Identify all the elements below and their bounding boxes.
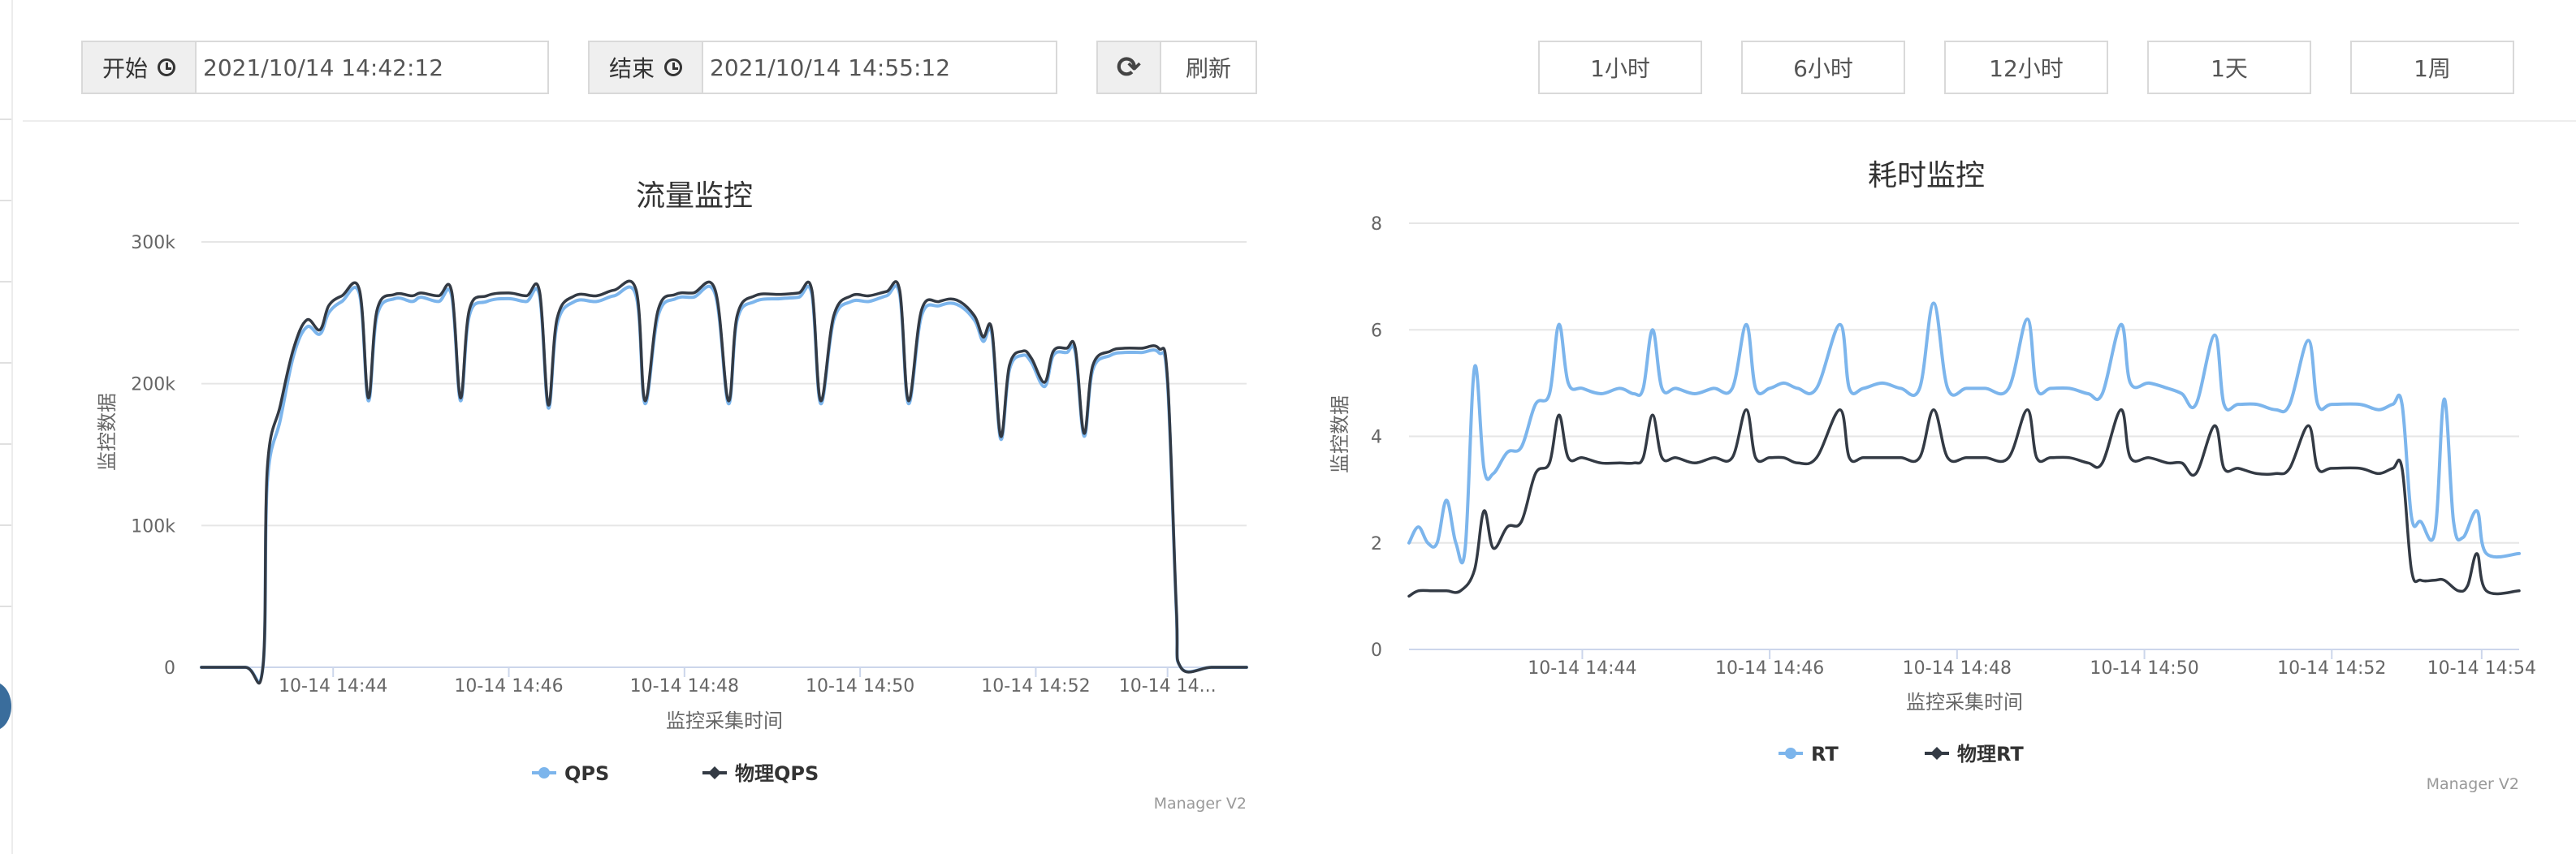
legend-marker-diamond — [1930, 747, 1943, 760]
legend: RT 物理RT — [1779, 743, 2024, 766]
y-axis-ticks: 0 2 4 6 8 — [1371, 214, 1382, 661]
legend-marker-circle — [538, 767, 550, 779]
legend-marker-circle — [1785, 748, 1796, 759]
series-line-physical — [1407, 408, 2521, 598]
y-tick-label: 200k — [131, 375, 175, 395]
legend-item[interactable]: 物理QPS — [702, 762, 819, 785]
series-group — [1407, 301, 2521, 598]
series-line-physical — [200, 279, 1248, 685]
chart-credit: Manager V2 — [1154, 795, 1247, 813]
legend-item[interactable]: QPS — [532, 762, 609, 785]
chart-title: 流量监控 — [636, 179, 753, 213]
x-tick-label: 10-14 14:52 — [2277, 658, 2386, 679]
y-tick-label: 2 — [1371, 534, 1382, 554]
x-tick-label: 10-14 14:48 — [630, 676, 739, 697]
y-tick-label: 100k — [131, 516, 175, 537]
x-tick-label: 10-14 14:50 — [2090, 658, 2198, 679]
x-tick-label: 10-14 14... — [1119, 676, 1217, 697]
legend-label: QPS — [564, 762, 609, 785]
y-tick-label: 0 — [164, 658, 175, 679]
y-axis-label: 监控数据 — [96, 393, 119, 471]
legend-item[interactable]: 物理RT — [1925, 743, 2024, 766]
y-tick-label: 4 — [1371, 428, 1382, 448]
series-line-primary — [1407, 301, 2521, 565]
x-tick-label: 10-14 14:50 — [806, 676, 914, 697]
x-tick-label: 10-14 14:48 — [1903, 658, 2012, 679]
y-tick-label: 300k — [131, 233, 175, 253]
chart-credit: Manager V2 — [2427, 775, 2519, 793]
x-tick-label: 10-14 14:52 — [981, 676, 1090, 697]
series-line-primary — [200, 284, 1248, 684]
legend-label: RT — [1811, 743, 1839, 766]
legend: QPS 物理QPS — [532, 762, 819, 785]
x-axis-ticks: 10-14 14:44 10-14 14:46 10-14 14:48 10-14 1… — [279, 667, 1217, 697]
traffic-chart: 流量监控 0100k200k300k 10-14 14:44 10-14 14:4… — [96, 179, 1248, 813]
y-axis-label: 监控数据 — [1329, 395, 1351, 473]
y-tick-label: 6 — [1371, 321, 1382, 341]
series-group — [200, 279, 1248, 685]
x-tick-label: 10-14 14:46 — [454, 676, 563, 697]
chart-title: 耗时监控 — [1868, 159, 1985, 192]
x-axis-label: 监控采集时间 — [666, 710, 783, 732]
x-tick-label: 10-14 14:54 — [2427, 658, 2536, 679]
x-tick-label: 10-14 14:44 — [1528, 658, 1636, 679]
y-tick-label: 8 — [1371, 214, 1382, 235]
latency-chart: 耗时监控 02468 10-14 14:44 10-14 14:46 10-14 1… — [1329, 159, 2536, 793]
y-axis-ticks: 0 100k 200k 300k — [131, 233, 175, 679]
x-tick-label: 10-14 14:44 — [279, 676, 387, 697]
y-tick-label: 0 — [1371, 640, 1382, 661]
legend-marker-diamond — [708, 766, 721, 779]
legend-item[interactable]: RT — [1779, 743, 1839, 766]
legend-label: 物理RT — [1957, 743, 2024, 766]
grid-lines — [1409, 222, 2519, 544]
x-axis-ticks: 10-14 14:44 10-14 14:46 10-14 14:48 10-14 1… — [1528, 649, 2536, 679]
x-axis-label: 监控采集时间 — [1906, 691, 2023, 714]
legend-label: 物理QPS — [735, 762, 819, 785]
x-tick-label: 10-14 14:46 — [1715, 658, 1824, 679]
